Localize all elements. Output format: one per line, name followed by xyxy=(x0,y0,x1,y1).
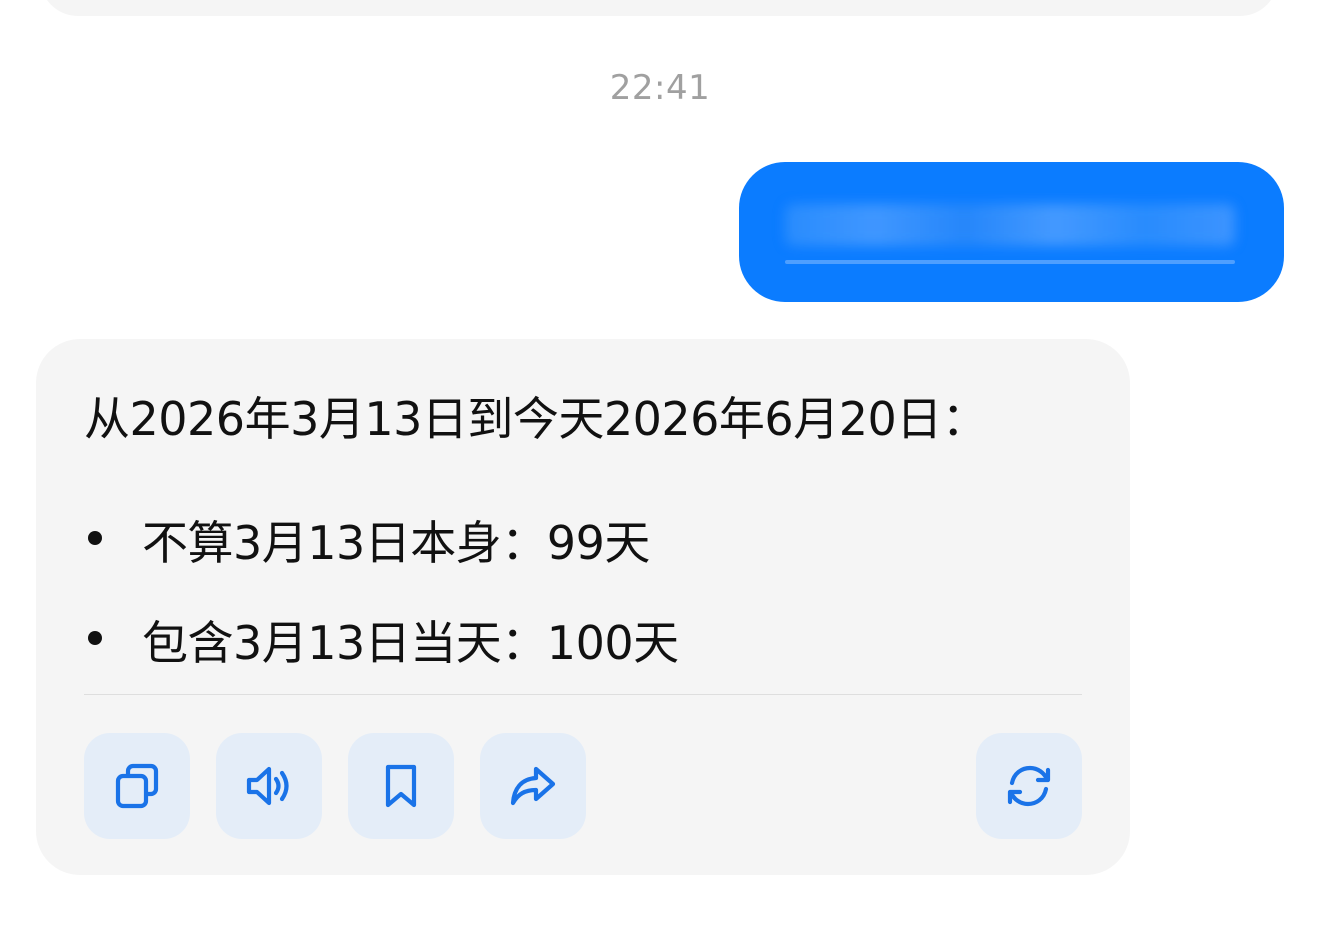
redacted-message-text xyxy=(785,204,1235,246)
answer-intro-text: 从2026年3月13日到今天2026年6月20日： xyxy=(84,392,988,446)
refresh-icon xyxy=(1007,765,1051,807)
speaker-icon xyxy=(246,766,289,806)
previous-message-bubble xyxy=(40,0,1278,16)
bookmark-button[interactable] xyxy=(348,733,454,839)
share-icon xyxy=(510,766,556,806)
user-message-bubble[interactable] xyxy=(739,162,1284,302)
redacted-message-underline xyxy=(785,260,1235,264)
read-aloud-button[interactable] xyxy=(216,733,322,839)
list-item-text: 不算3月13日本身：99天 xyxy=(142,516,650,570)
bullet-dot-icon xyxy=(88,631,102,645)
bookmark-icon xyxy=(385,764,417,808)
copy-icon xyxy=(115,763,159,809)
message-timestamp: 22:41 xyxy=(609,68,711,108)
divider xyxy=(84,694,1082,695)
regenerate-button[interactable] xyxy=(976,733,1082,839)
assistant-message-bubble: 从2026年3月13日到今天2026年6月20日： 不算3月13日本身：99天 … xyxy=(36,339,1130,875)
list-item-text: 包含3月13日当天：100天 xyxy=(142,616,679,670)
copy-button[interactable] xyxy=(84,733,190,839)
bullet-dot-icon xyxy=(88,531,102,545)
share-button[interactable] xyxy=(480,733,586,839)
